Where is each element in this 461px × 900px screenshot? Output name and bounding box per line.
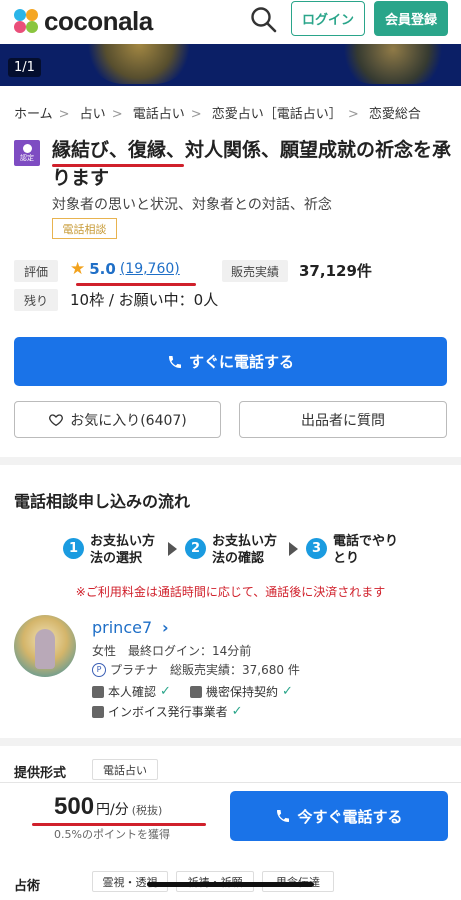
chevron-right-icon: > [111,107,123,122]
step-2-number: 2 [185,538,206,559]
verify-invoice-label: インボイス発行事業者 [108,705,228,719]
phone-icon [277,810,290,822]
search-icon[interactable] [248,4,280,36]
verify-nda-label: 機密保持契約 [206,685,279,699]
login-button[interactable]: ログイン [291,1,365,36]
section-divider [0,738,461,746]
check-icon: ✓ [282,684,293,699]
step-2-line2: 法の確認 [212,551,265,566]
service-subtitle: 対象者の思いと状況、対象者との対話、祈念 [52,197,332,213]
rating-score: 5.0 [89,260,116,278]
rating-highlight-underline [76,283,196,286]
chevron-right-icon[interactable]: › [162,618,169,637]
call-now-label: すぐに電話する [188,353,294,371]
step-3-number: 3 [306,538,327,559]
verify-identity: 本人確認 ✓ [92,683,171,700]
step-1-number: 1 [63,538,84,559]
seller-rank: P プラチナ 総販売実績：37,680 件 [92,661,300,678]
section-divider [0,457,461,465]
slots-label: 残り [14,289,58,311]
favorite-label: お気に入り(6407) [70,412,187,429]
offer-format-tag: 電話占い [92,759,158,780]
divination-label: 占術 [14,879,41,894]
seller-name-link[interactable]: prince7 [92,618,152,637]
call-immediately-button[interactable]: 今すぐ電話する [230,791,448,841]
call-now-button[interactable]: すぐに電話する [14,337,447,386]
verify-nda: 機密保持契約 ✓ [190,683,293,700]
certified-badge-label: 認定 [20,153,34,162]
person-icon [92,685,104,698]
breadcrumb-item-home[interactable]: ホーム [14,107,53,122]
seller-rank-label: プラチナ [110,663,159,677]
breadcrumb-item-love-general[interactable]: 恋愛総合 [369,107,421,122]
chevron-right-icon: > [347,107,359,122]
price-point: 0.5%のポイントを獲得 [54,828,170,841]
step-2-line1: お支払い方 [212,534,278,549]
platinum-rank-icon: P [92,662,106,677]
seller-meta: 女性 最終ログイン：14分前 [92,644,252,658]
logo-text: coconala [44,6,153,36]
certified-icon [22,143,32,153]
favorite-button[interactable]: お気に入り(6407) [14,401,221,438]
check-icon: ✓ [231,704,243,719]
logo-mark-icon [14,8,40,35]
rating[interactable]: ★ 5.0 (19,760) [70,259,180,279]
title-highlight-underline [52,164,184,167]
chevron-right-icon: > [190,107,202,122]
phone-consult-tag: 電話相談 [52,218,117,239]
slots-value: 10枠 / お願い中：0人 [70,291,219,309]
step-1-line2: 法の選択 [90,551,143,566]
price: 500 円/分 (税抜) [54,793,162,821]
heart-icon [49,413,64,426]
step-2-text: お支払い方 法の確認 [212,533,277,567]
verify-identity-label: 本人確認 [108,685,157,699]
star-icon: ★ [70,259,86,279]
step-1-text: お支払い方 法の選択 [90,533,155,567]
call-immediately-label: 今すぐ電話する [297,807,403,826]
step-3-text: 電話でやり とり [333,533,398,567]
ask-seller-button[interactable]: 出品者に質問 [239,401,447,438]
price-unit: 円/分 [96,802,129,818]
breadcrumb-item-phone-fortune[interactable]: 電話占い [133,107,185,122]
chevron-right-icon: > [58,107,70,122]
sales-label: 販売実績 [222,260,288,282]
seller-avatar[interactable] [14,615,76,677]
home-indicator[interactable] [147,882,314,887]
step-3-line1: 電話でやり [333,534,399,549]
breadcrumb-item-love-phone[interactable]: 恋愛占い［電話占い］ [212,107,342,122]
offer-format-label: 提供形式 [14,766,67,781]
app-header: coconala ログイン 会員登録 [0,0,461,44]
certified-badge: 認定 [14,140,40,166]
service-image-carousel[interactable]: 1/1 [0,44,461,86]
price-tax: (税抜) [131,804,163,817]
document-icon [190,685,202,698]
billing-notice: ※ご利用料金は通話時間に応じて、通話後に決済されます [75,585,386,599]
rating-count[interactable]: (19,760) [120,261,180,277]
step-arrow-icon [168,542,177,556]
invoice-icon [92,705,104,718]
step-arrow-icon [289,542,298,556]
breadcrumb-item-fortune[interactable]: 占い [80,107,106,122]
price-amount: 500 [54,793,95,820]
sales-value: 37,129件 [299,262,372,280]
step-1-line1: お支払い方 [90,534,156,549]
check-icon: ✓ [160,684,171,699]
seller-total-sales: 総販売実績：37,680 件 [170,663,300,677]
coconala-logo[interactable]: coconala [14,6,153,37]
phone-icon [168,355,181,368]
verify-invoice: インボイス発行事業者 ✓ [92,703,243,720]
carousel-counter: 1/1 [8,58,41,77]
breadcrumb: ホーム > 占い > 電話占い > 恋愛占い［電話占い］ > 恋愛総合 [14,103,454,122]
sticky-price-bar: 500 円/分 (税抜) 0.5%のポイントを獲得 今すぐ電話する [0,782,461,856]
flow-title: 電話相談申し込みの流れ [14,492,191,511]
register-button[interactable]: 会員登録 [374,1,448,36]
step-3-line2: とり [333,551,360,566]
rating-label: 評価 [14,260,58,282]
